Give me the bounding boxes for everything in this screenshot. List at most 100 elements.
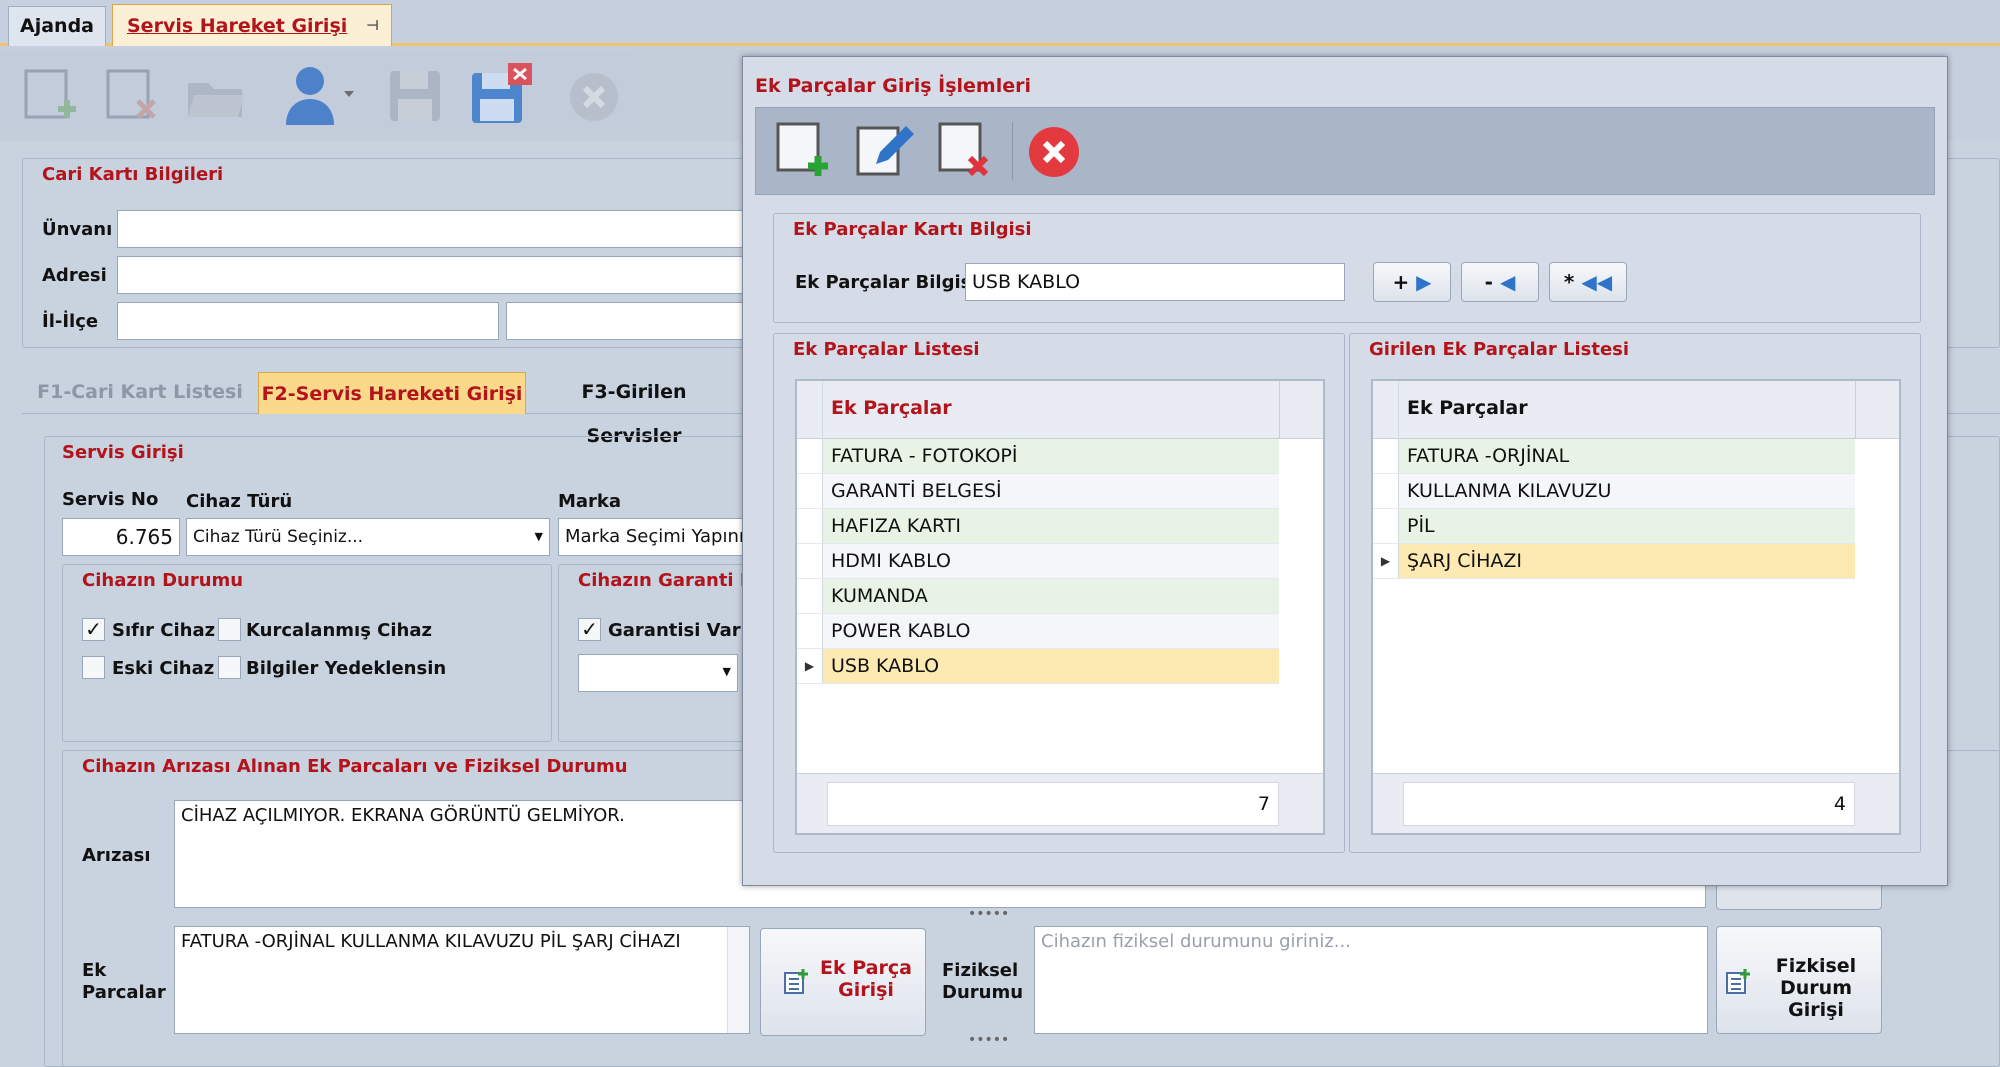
list-item-label: KUMANDA — [823, 579, 1279, 614]
splitter-grip[interactable]: ••••• — [968, 1032, 1009, 1048]
fiz-label-1: Fiziksel — [942, 960, 1019, 981]
sifir-checkbox[interactable]: ✓ — [82, 618, 105, 641]
row-indicator-cell — [1373, 509, 1399, 544]
add-item-button[interactable]: + ▶ — [1373, 262, 1451, 302]
splitter-grip[interactable]: ••••• — [968, 906, 1009, 922]
left-count: 7 — [827, 782, 1279, 826]
list-item[interactable]: GARANTİ BELGESİ — [797, 474, 1279, 509]
fiziksel-durum-girisi-button[interactable]: Fizkisel Durum Girişi — [1716, 926, 1882, 1034]
tab-f2[interactable]: F2-Servis Hareketi Girişi — [258, 372, 526, 414]
chevron-down-icon[interactable]: ▼ — [535, 519, 543, 555]
eski-checkbox[interactable] — [82, 656, 105, 679]
folder-icon[interactable] — [184, 67, 248, 125]
save-close-icon[interactable] — [468, 61, 536, 127]
save-icon[interactable] — [386, 67, 444, 125]
column-header-ek-parcalar[interactable]: Ek Parçalar — [1407, 397, 1528, 419]
toolbar-divider — [1012, 122, 1013, 180]
right-grid: Ek Parçalar FATURA -ORJİNAL KULLANMA KILA… — [1371, 379, 1901, 835]
list-item-label: ŞARJ CİHAZI — [1399, 544, 1855, 579]
right-count: 4 — [1403, 782, 1855, 826]
list-item[interactable]: PİL — [1373, 509, 1855, 544]
servis-no-input[interactable]: 6.765 — [62, 518, 180, 556]
cihaz-turu-label: Cihaz Türü — [186, 491, 293, 512]
ariza-label: Arızası — [82, 845, 151, 866]
edit-record-icon[interactable] — [854, 120, 916, 182]
marka-label: Marka — [558, 491, 622, 512]
fiziksel-durum-label: Fizkisel Durum Girişi — [1775, 955, 1857, 1021]
tab-servis-hareket[interactable]: Servis Hareket Girişi ⊣ — [112, 4, 392, 46]
all-items-button[interactable]: * ◀◀ — [1549, 262, 1627, 302]
marka-select[interactable]: Marka Seçimi Yapınız — [558, 518, 748, 556]
card-title: Ek Parçalar Kartı Bilgisi — [793, 219, 1032, 240]
list-item[interactable]: FATURA - FOTOKOPİ — [797, 439, 1279, 474]
remove-item-button[interactable]: - ◀ — [1461, 262, 1539, 302]
new-record-icon[interactable] — [22, 67, 80, 125]
garanti-label: Garantisi Var — [608, 620, 741, 641]
ek-parcalar-textarea[interactable]: FATURA -ORJİNAL KULLANMA KILAVUZU PİL ŞA… — [174, 926, 750, 1034]
sifir-label: Sıfır Cihaz — [112, 620, 216, 641]
row-indicator-icon: ▶ — [1373, 544, 1399, 579]
garanti-title: Cihazın Garanti Durumu — [578, 570, 748, 591]
yedek-label: Bilgiler Yedeklensin — [246, 658, 447, 679]
dialog-title: Ek Parçalar Giriş İşlemleri — [755, 75, 1032, 97]
list-item[interactable]: HDMI KABLO — [797, 544, 1279, 579]
tab-f1[interactable]: F1-Cari Kart Listesi — [30, 370, 250, 414]
scrollbar[interactable] — [727, 927, 749, 1033]
list-item[interactable]: KUMANDA — [797, 579, 1279, 614]
close-circle-icon[interactable] — [1026, 124, 1082, 180]
row-indicator-cell — [797, 439, 823, 474]
yedek-checkbox[interactable] — [218, 656, 241, 679]
list-item[interactable]: ▶ ŞARJ CİHAZI — [1373, 544, 1855, 579]
kurcalanmis-label: Kurcalanmış Cihaz — [246, 620, 432, 641]
list-item-label: FATURA - FOTOKOPİ — [823, 439, 1279, 474]
ilce-input[interactable] — [506, 302, 746, 340]
ek-parcalar-bilgisi-input[interactable]: USB KABLO — [965, 263, 1345, 301]
servis-title: Servis Girişi — [62, 442, 184, 463]
right-list-title: Girilen Ek Parçalar Listesi — [1369, 339, 1630, 360]
list-item-label: POWER KABLO — [823, 614, 1279, 649]
list-item[interactable]: POWER KABLO — [797, 614, 1279, 649]
pin-icon[interactable]: ⊣ — [366, 5, 379, 47]
arrow-left-icon: ◀ — [1499, 270, 1516, 294]
list-item-label: GARANTİ BELGESİ — [823, 474, 1279, 509]
row-indicator-cell — [1373, 439, 1399, 474]
list-item-label: HAFIZA KARTI — [823, 509, 1279, 544]
column-header-ek-parcalar[interactable]: Ek Parçalar — [831, 397, 952, 419]
delete-record-icon[interactable] — [936, 120, 994, 182]
il-input[interactable] — [117, 302, 499, 340]
ek-label-1: Ek — [82, 960, 107, 981]
header-indicator-cell — [797, 381, 823, 439]
chevron-down-icon[interactable]: ▼ — [723, 665, 731, 678]
user-icon[interactable] — [280, 63, 360, 129]
list-item[interactable]: ▶ USB KABLO — [797, 649, 1279, 684]
ariza-title: Cihazın Arızası Alınan Ek Parcaları ve F… — [82, 756, 628, 777]
garanti-select[interactable]: ▼ — [578, 654, 738, 692]
list-item[interactable]: FATURA -ORJİNAL — [1373, 439, 1855, 474]
kurcalanmis-checkbox[interactable] — [218, 618, 241, 641]
ek-parca-girisi-button[interactable]: Ek Parça Girişi — [760, 928, 926, 1036]
row-indicator-cell — [797, 474, 823, 509]
garanti-checkbox[interactable]: ✓ — [578, 618, 601, 641]
row-indicator-cell — [797, 579, 823, 614]
row-indicator-cell — [797, 509, 823, 544]
list-item[interactable]: KULLANMA KILAVUZU — [1373, 474, 1855, 509]
add-label: + — [1392, 270, 1410, 294]
right-footer: 4 — [1373, 773, 1899, 833]
adres-input[interactable] — [117, 256, 747, 294]
tab-ajanda[interactable]: Ajanda — [8, 6, 106, 46]
list-item[interactable]: HAFIZA KARTI — [797, 509, 1279, 544]
ek-label-2: Parcalar — [82, 982, 166, 1003]
unvan-input[interactable] — [117, 210, 747, 248]
new-record-icon[interactable] — [774, 120, 832, 182]
tab-servis-label: Servis Hareket Girişi — [127, 15, 348, 37]
cihaz-turu-select[interactable]: Cihaz Türü Seçiniz... ▼ — [186, 518, 550, 556]
row-indicator-icon: ▶ — [797, 649, 823, 684]
eski-label: Eski Cihaz — [112, 658, 215, 679]
remove-label: - — [1484, 270, 1493, 294]
cari-title: Cari Kartı Bilgileri — [42, 164, 224, 185]
delete-record-icon[interactable] — [104, 67, 162, 125]
fiziksel-durum-textarea[interactable]: Cihazın fiziksel durumunu giriniz... — [1034, 926, 1708, 1034]
tab-f3[interactable]: F3-Girilen Servisler — [534, 370, 734, 447]
left-list-title: Ek Parçalar Listesi — [793, 339, 980, 360]
cancel-icon[interactable] — [566, 69, 622, 125]
